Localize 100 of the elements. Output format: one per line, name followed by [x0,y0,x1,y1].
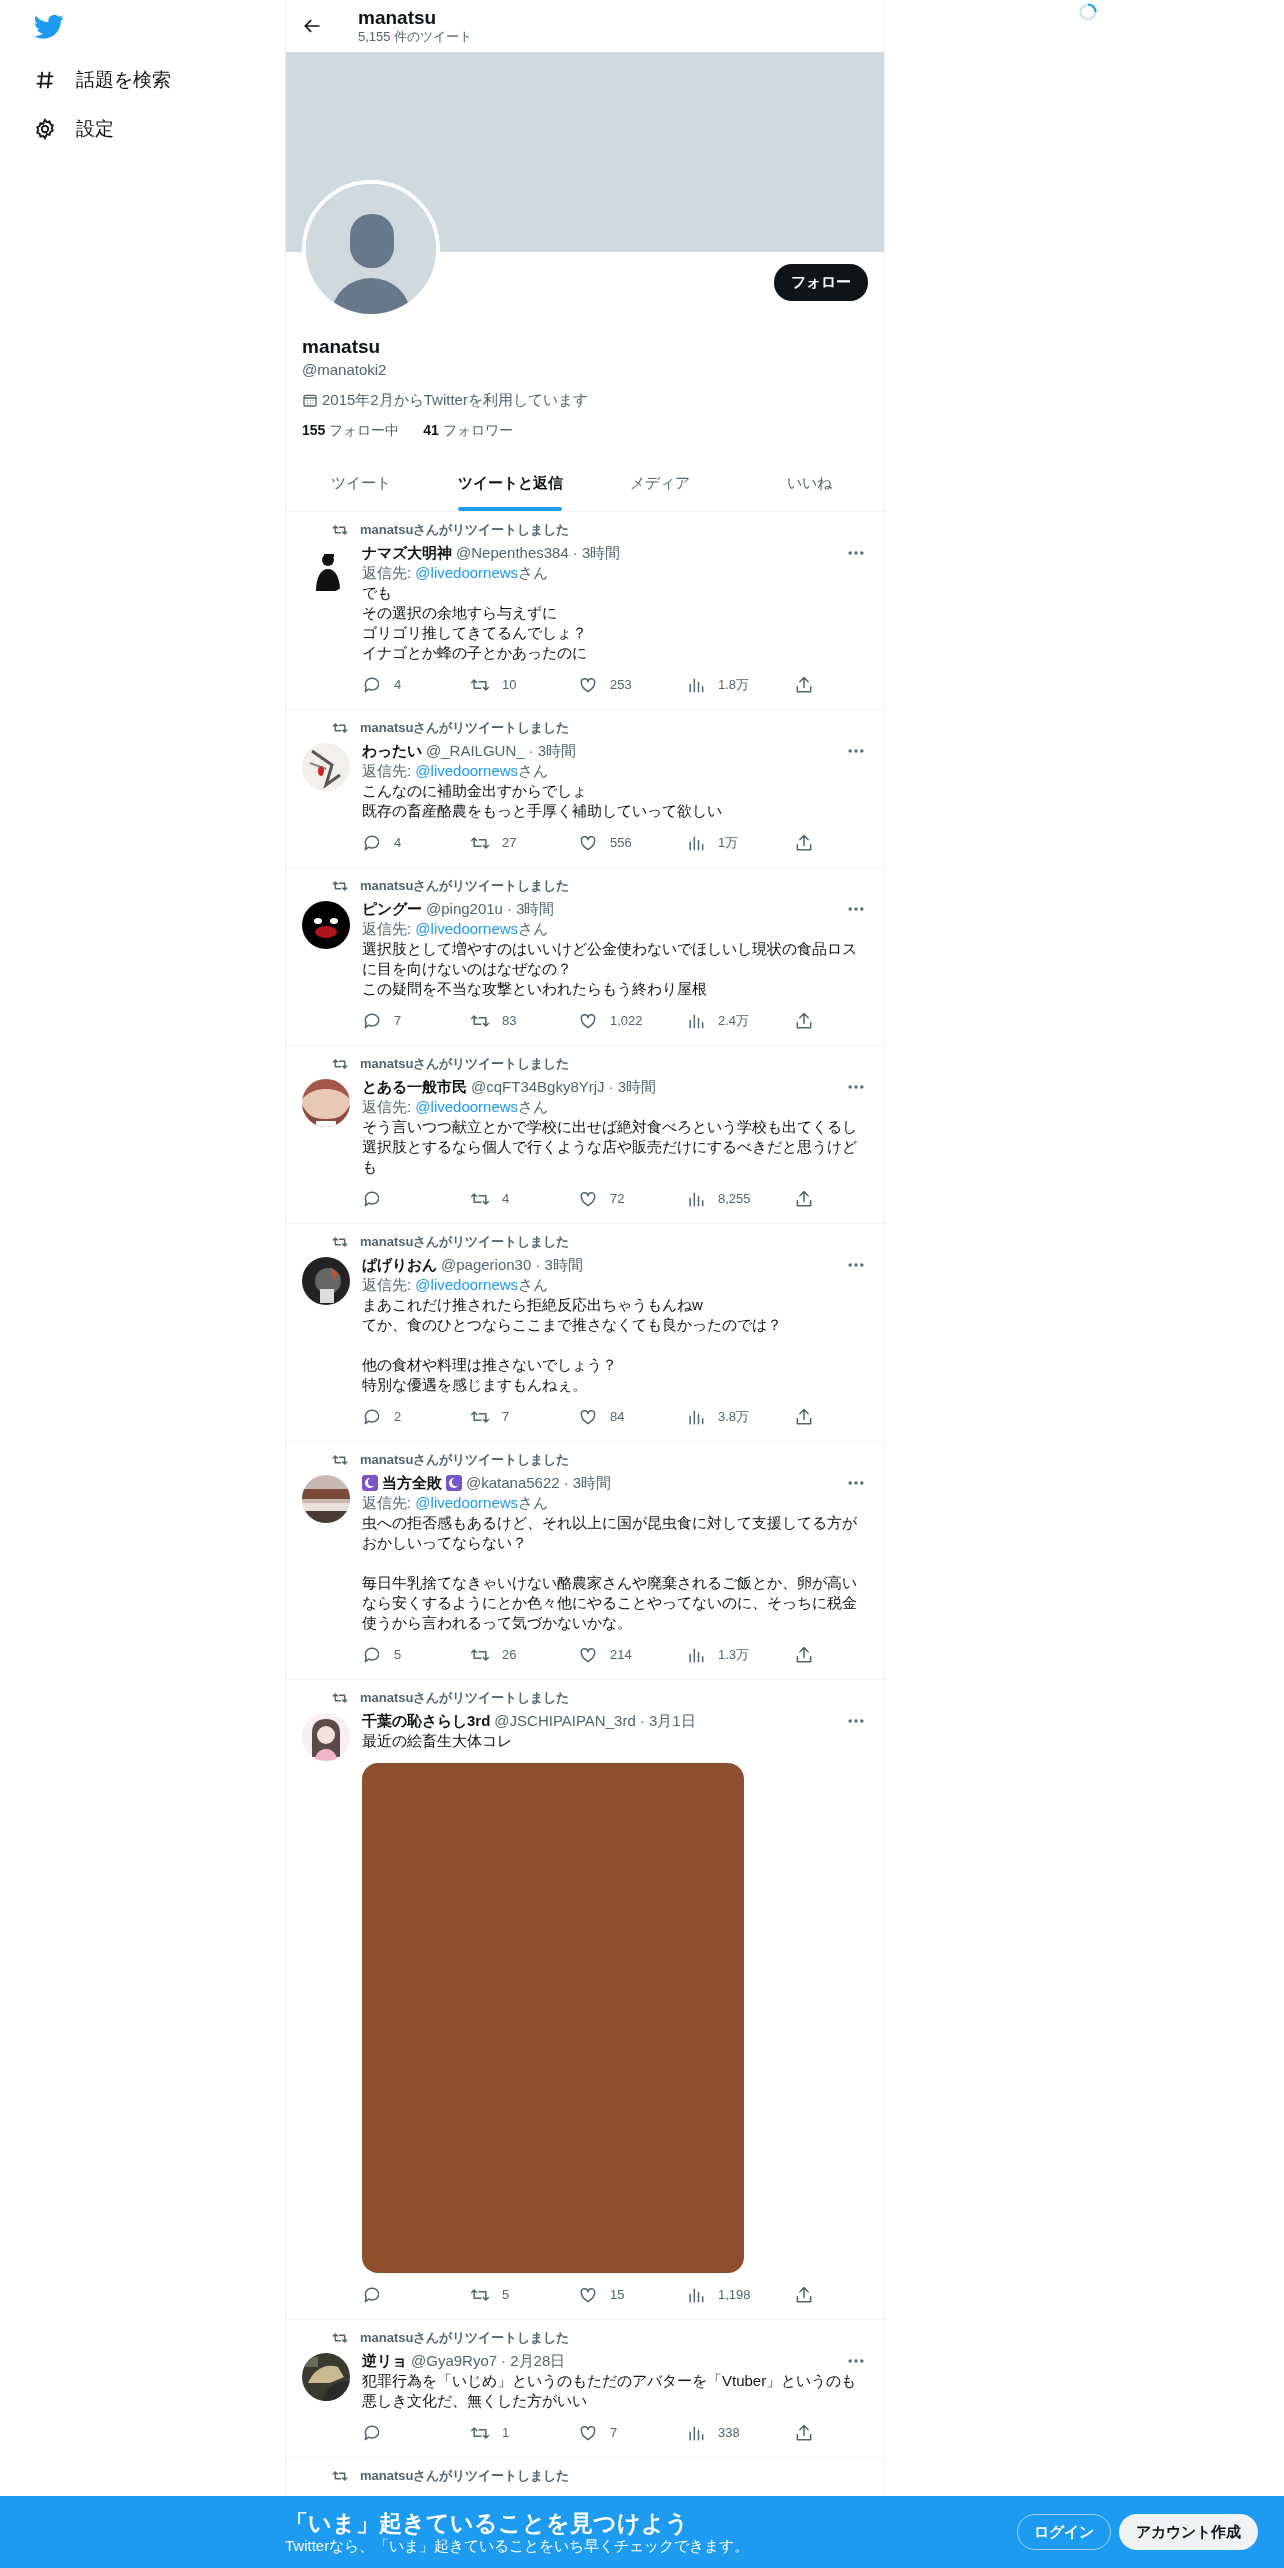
profile-tab[interactable]: いいね [734,456,884,511]
following-link[interactable]: 155 フォロー中 [302,419,400,441]
profile-handle: @manatoki2 [302,359,388,380]
followers-link[interactable]: 41 フォロワー [423,419,513,441]
heart-icon[interactable] [578,1011,598,1031]
settings-link[interactable]: 設定 [34,104,285,153]
bar-chart-icon[interactable] [686,675,706,695]
retweet-count: 1 [502,2424,510,2443]
bar-chart-icon[interactable] [686,1645,706,1665]
share-icon[interactable] [794,2423,814,2443]
reply-count: 4 [394,834,402,853]
follow-button[interactable]: フォロー [774,264,868,301]
bar-chart-icon[interactable] [686,1189,706,1209]
join-date: 2015年2月からTwitterを利用しています [322,390,588,410]
retweet-count: 5 [502,2286,510,2305]
bar-chart-icon[interactable] [686,2423,706,2443]
profile-tab[interactable]: メディア [585,456,735,511]
banner-subtitle: Twitterなら、「いま」起きていることをいち早くチェックできます。 [285,2537,751,2555]
view-count: 338 [718,2424,740,2443]
profile-tab[interactable]: ツイート [286,456,436,511]
heart-icon[interactable] [578,833,598,853]
reply-icon[interactable] [362,2285,382,2305]
tweet-time[interactable]: · 2月28日 [501,2351,566,2371]
retweet-icon [332,720,348,736]
bar-chart-icon[interactable] [686,1011,706,1031]
author-name[interactable]: ナマズ大明神 [362,543,452,563]
reply-icon[interactable] [362,675,382,695]
reply-icon[interactable] [362,1189,382,1209]
reply-count: 5 [394,1646,402,1665]
author-name[interactable]: わったい [362,741,422,761]
tweet-text-line: こんなのに補助金出すからでしょ [362,781,588,801]
profile-name: manatsu [302,334,382,359]
author-handle[interactable]: @Nepenthes384 [456,543,569,563]
retweet-count: 7 [502,1408,510,1427]
like-count: 7 [610,2424,618,2443]
author-handle[interactable]: @katana5622 [466,1473,560,1493]
profile-tab[interactable]: ツイートと返信 [435,456,585,511]
tweet-text-line: そう言いつつ献立とかで学校に出せば絶対食べろという学校も出てくるし選択肢とするなら個人で行くような店や販売だけにするべきだと思うけども [362,1117,858,1177]
retweet-count: 27 [502,834,517,853]
retweet-icon [332,522,348,538]
signup-button[interactable]: アカウント作成 [1119,2513,1258,2551]
retweet-count: 26 [502,1646,517,1665]
share-icon[interactable] [794,1407,814,1427]
tweet-time[interactable]: · 3時間 [506,899,555,919]
explore-link[interactable]: 話題を検索 [34,56,285,105]
bar-chart-icon[interactable] [686,2285,706,2305]
reply-icon[interactable] [362,2423,382,2443]
like-count: 214 [610,1646,632,1665]
share-icon[interactable] [794,1189,814,1209]
reply-to-line: 返信先: @livedoornewsさん [362,1275,550,1295]
tweet-time[interactable]: · 3月1日 [639,1711,696,1731]
reply-icon[interactable] [362,1011,382,1031]
author-name[interactable]: ピングー [362,899,422,919]
tweet-time[interactable]: · 3時間 [608,1077,657,1097]
reply-icon[interactable] [362,833,382,853]
share-icon[interactable] [794,1645,814,1665]
tweet-time[interactable]: · 3時間 [535,1255,583,1275]
heart-icon[interactable] [578,675,598,695]
share-icon[interactable] [794,1011,814,1031]
tweet-time[interactable]: · 3時間 [572,543,621,563]
author-handle[interactable]: @Gya9Ryo7 [411,2351,498,2371]
loading-spinner-icon [1078,2,1098,22]
tweet-time[interactable]: · 3時間 [528,741,577,761]
author-handle[interactable]: @ping201u [426,899,503,919]
heart-icon[interactable] [578,2423,598,2443]
author-name[interactable]: とある一般市民 [362,1077,467,1097]
heart-icon[interactable] [578,2285,598,2305]
author-name[interactable]: 逆リョ [362,2351,407,2371]
view-count: 1万 [718,834,739,853]
retweet-notice: manatsuさんがリツイートしました [360,1055,570,1073]
share-icon[interactable] [794,833,814,853]
view-count: 1,198 [718,2286,751,2305]
view-count: 1.8万 [718,676,750,695]
like-count: 72 [610,1190,625,1209]
reply-icon[interactable] [362,1407,382,1427]
author-handle[interactable]: @pagerion30 [441,1255,532,1275]
author-handle[interactable]: @JSCHIPAIPAN_3rd [494,1711,636,1731]
author-name[interactable]: 当方全敗 [382,1473,442,1493]
tweet-text-line: 特別な優遇を感じますもんねぇ。 [362,1375,588,1395]
reply-to-line: 返信先: @livedoornewsさん [362,919,550,939]
bar-chart-icon[interactable] [686,1407,706,1427]
retweet-count: 10 [502,676,517,695]
reply-to-line: 返信先: @livedoornewsさん [362,761,550,781]
retweet-icon [332,1234,348,1250]
reply-to-line: 返信先: @livedoornewsさん [362,563,550,583]
author-name[interactable]: ぱげりおん [362,1255,437,1275]
reply-icon[interactable] [362,1645,382,1665]
heart-icon[interactable] [578,1189,598,1209]
heart-icon[interactable] [578,1407,598,1427]
author-handle[interactable]: @cqFT34Bgky8YrjJ [471,1077,605,1097]
tweet-time[interactable]: · 3時間 [563,1473,612,1493]
author-handle[interactable]: @_RAILGUN_ [426,741,525,761]
share-icon[interactable] [794,675,814,695]
tweet-count: 5,155 件のツイート [358,29,473,45]
share-icon[interactable] [794,2285,814,2305]
like-count: 15 [610,2286,625,2305]
bar-chart-icon[interactable] [686,833,706,853]
tweet-text-line: でも [362,583,393,603]
author-name[interactable]: 千葉の恥さらし3rd [362,1711,491,1731]
heart-icon[interactable] [578,1645,598,1665]
